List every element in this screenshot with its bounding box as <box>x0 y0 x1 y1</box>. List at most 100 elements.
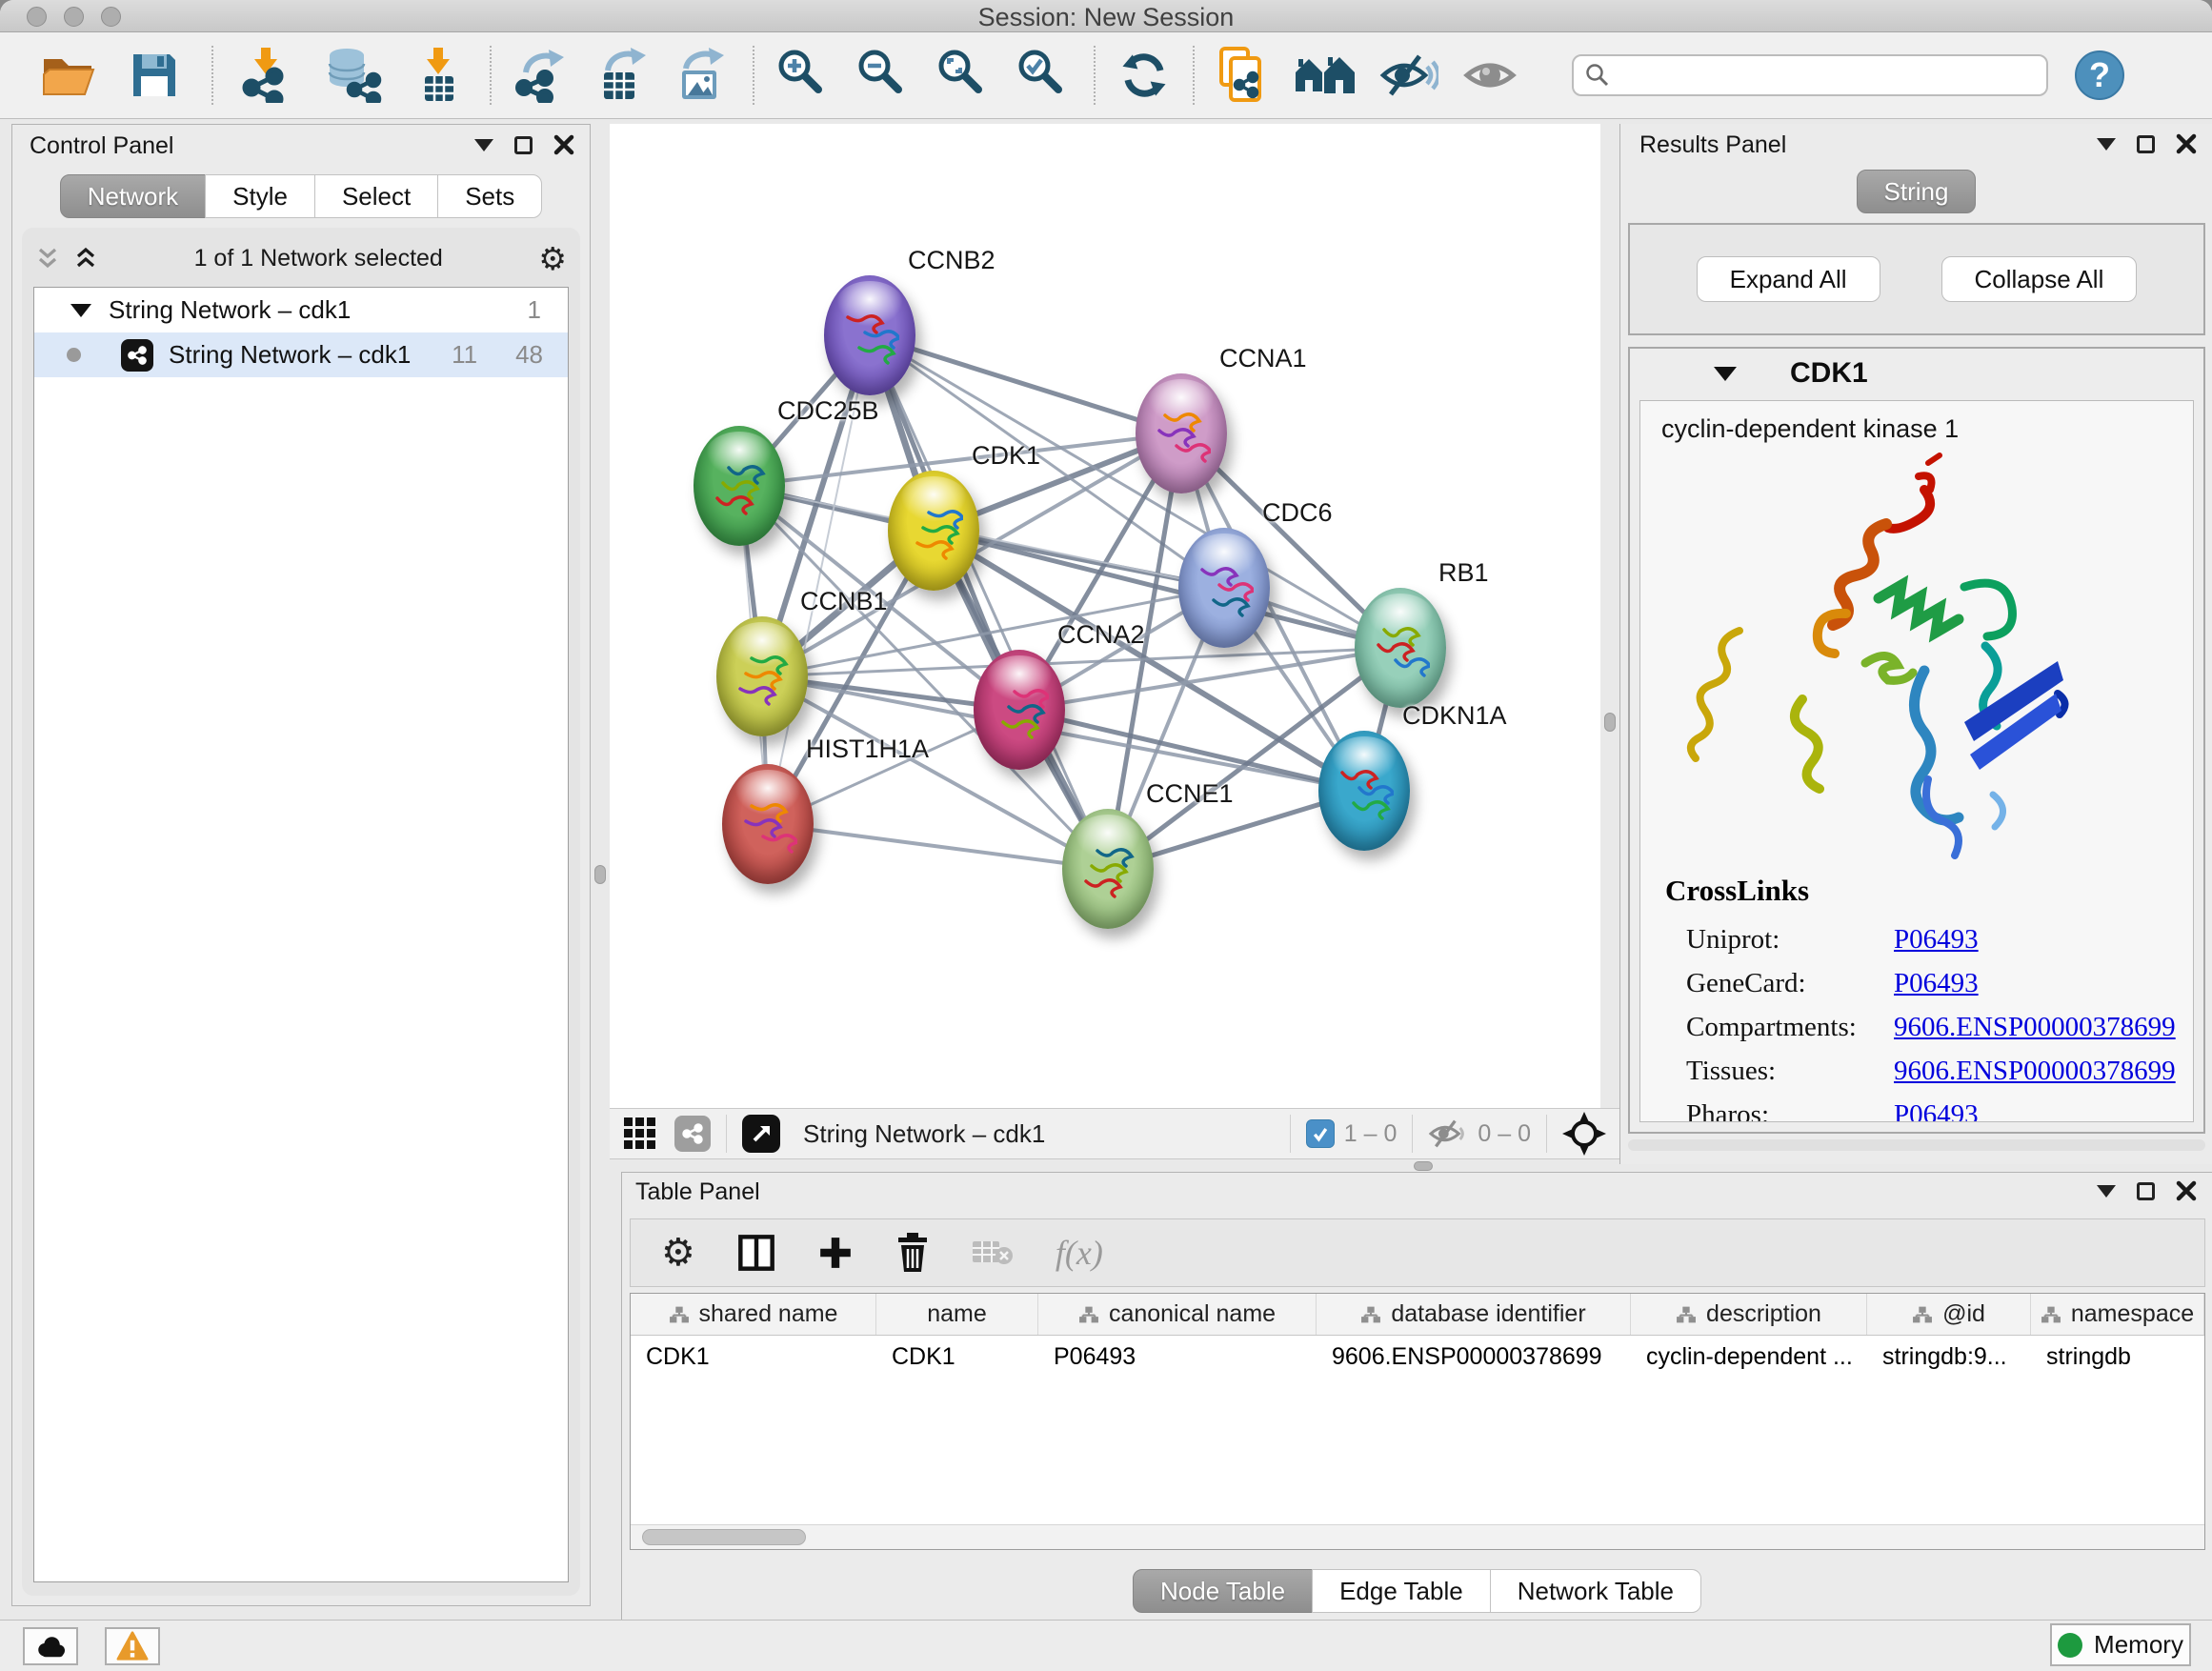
close-panel-icon[interactable] <box>553 134 574 155</box>
add-column-icon[interactable] <box>817 1235 854 1271</box>
export-table-icon[interactable] <box>594 48 650 103</box>
table-row[interactable]: CDK1CDK1P064939606.ENSP00000378699cyclin… <box>631 1336 2204 1378</box>
network-node-cdc25b[interactable] <box>694 426 785 546</box>
column-header-shared-name[interactable]: shared name <box>631 1294 876 1335</box>
export-network-icon[interactable] <box>513 48 570 103</box>
float-panel-icon[interactable] <box>2137 135 2155 153</box>
network-canvas[interactable]: CCNB2CCNA1CDC25BCDK1CDC6RB1CCNB1CCNA2CDK… <box>610 124 1600 1108</box>
help-icon[interactable]: ? <box>2075 50 2124 100</box>
panel-menu-icon[interactable] <box>2097 1185 2116 1198</box>
horizontal-splitter-handle[interactable] <box>1414 1161 1433 1171</box>
tab-style[interactable]: Style <box>205 174 315 218</box>
panel-menu-icon[interactable] <box>474 139 493 151</box>
network-node-cdc6[interactable] <box>1178 528 1270 648</box>
open-session-icon[interactable] <box>40 51 95 99</box>
search-input[interactable] <box>1610 62 2020 89</box>
table-scrollbar-track[interactable] <box>631 1524 2204 1549</box>
expand-all-icon[interactable] <box>73 247 98 270</box>
network-node-cdkn1a[interactable] <box>1318 731 1410 851</box>
network-node-ccne1[interactable] <box>1062 809 1154 929</box>
zoom-out-icon[interactable] <box>855 49 909 102</box>
hide-selected-icon[interactable] <box>1379 52 1438 98</box>
hidden-eye-icon[interactable] <box>1428 1118 1468 1149</box>
export-image-icon[interactable] <box>674 48 730 103</box>
network-node-hist1h1a[interactable] <box>722 764 814 884</box>
show-all-icon[interactable] <box>1463 54 1518 96</box>
table-cell[interactable]: cyclin-dependent ... <box>1631 1336 1867 1378</box>
expand-all-button[interactable]: Expand All <box>1697 256 1880 302</box>
collection-expander-icon[interactable] <box>70 304 91 317</box>
network-edge[interactable] <box>870 335 1108 869</box>
column-header-name[interactable]: name <box>876 1294 1038 1335</box>
tab-network-table[interactable]: Network Table <box>1490 1569 1701 1613</box>
tab-edge-table[interactable]: Edge Table <box>1312 1569 1491 1613</box>
zoom-in-icon[interactable] <box>775 49 829 102</box>
network-node-cdk1[interactable] <box>888 471 979 591</box>
grid-view-icon[interactable] <box>623 1117 657 1151</box>
zoom-fit-icon[interactable] <box>935 49 989 102</box>
tab-node-table[interactable]: Node Table <box>1133 1569 1313 1613</box>
column-header-canonical-name[interactable]: canonical name <box>1038 1294 1317 1335</box>
tab-network[interactable]: Network <box>60 174 206 218</box>
save-session-icon[interactable] <box>130 50 179 100</box>
search-box[interactable] <box>1572 54 2048 96</box>
warnings-button[interactable] <box>105 1627 160 1665</box>
zoom-selected-icon[interactable] <box>1016 49 1069 102</box>
tab-select[interactable]: Select <box>314 174 438 218</box>
collapse-all-icon[interactable] <box>35 247 60 270</box>
cloud-status-button[interactable] <box>23 1627 78 1665</box>
table-scrollbar-thumb[interactable] <box>642 1529 806 1545</box>
network-node-ccna1[interactable] <box>1136 373 1227 493</box>
entry-expander-icon[interactable] <box>1714 367 1737 381</box>
network-collection-row[interactable]: String Network – cdk1 1 <box>34 288 568 332</box>
network-node-ccnb2[interactable] <box>824 275 915 395</box>
network-node-ccnb1[interactable] <box>716 616 808 736</box>
import-network-icon[interactable] <box>238 48 295 103</box>
network-row[interactable]: String Network – cdk1 11 48 <box>34 332 568 377</box>
network-options-gear-icon[interactable]: ⚙ <box>538 243 567 274</box>
float-panel-icon[interactable] <box>2137 1182 2155 1200</box>
crosslink-link[interactable]: P06493 <box>1894 968 1979 999</box>
network-edge[interactable] <box>870 335 1181 433</box>
tab-string[interactable]: String <box>1857 170 1977 213</box>
results-splitter-handle[interactable] <box>1604 713 1616 732</box>
detach-view-icon[interactable] <box>742 1115 780 1153</box>
panel-menu-icon[interactable] <box>2097 138 2116 151</box>
close-panel-icon[interactable] <box>2176 133 2197 154</box>
table-cell[interactable]: 9606.ENSP00000378699 <box>1317 1336 1631 1378</box>
selected-checkbox-icon[interactable] <box>1306 1119 1335 1148</box>
network-edge[interactable] <box>768 824 1108 869</box>
birdseye-view-icon[interactable] <box>1562 1112 1606 1156</box>
column-header-id[interactable]: @id <box>1867 1294 2031 1335</box>
table-cell[interactable]: stringdb <box>2031 1336 2204 1378</box>
collapse-all-button[interactable]: Collapse All <box>1941 256 2138 302</box>
table-options-gear-icon[interactable]: ⚙ <box>661 1234 695 1272</box>
crosslink-link[interactable]: 9606.ENSP00000378699 <box>1894 1012 2176 1043</box>
network-node-ccna2[interactable] <box>974 650 1065 770</box>
column-header-database-identifier[interactable]: database identifier <box>1317 1294 1631 1335</box>
import-table-icon[interactable] <box>412 48 465 103</box>
table-cell[interactable]: P06493 <box>1038 1336 1317 1378</box>
network-share-view-icon[interactable] <box>674 1116 711 1152</box>
table-cell[interactable]: CDK1 <box>876 1336 1038 1378</box>
show-columns-icon[interactable] <box>737 1234 775 1272</box>
tab-sets[interactable]: Sets <box>437 174 542 218</box>
table-cell[interactable]: CDK1 <box>631 1336 876 1378</box>
column-header-namespace[interactable]: namespace <box>2031 1294 2204 1335</box>
crosslink-link[interactable]: 9606.ENSP00000378699 <box>1894 1056 2176 1087</box>
column-header-description[interactable]: description <box>1631 1294 1867 1335</box>
import-network-from-database-icon[interactable] <box>324 48 383 103</box>
memory-button[interactable]: Memory <box>2050 1623 2191 1666</box>
first-neighbors-icon[interactable] <box>1294 51 1357 99</box>
delete-column-icon[interactable] <box>895 1233 930 1273</box>
float-panel-icon[interactable] <box>514 136 533 154</box>
crosslink-link[interactable]: P06493 <box>1894 924 1979 956</box>
vertical-splitter-handle[interactable] <box>594 865 606 884</box>
apply-layout-icon[interactable] <box>1118 50 1170 101</box>
close-panel-icon[interactable] <box>2176 1180 2197 1201</box>
table-cell[interactable]: stringdb:9... <box>1867 1336 2031 1378</box>
crosslink-link[interactable]: P06493 <box>1894 1099 1979 1123</box>
new-network-from-selection-icon[interactable] <box>1216 47 1269 104</box>
network-node-rb1[interactable] <box>1355 588 1446 708</box>
results-scrollbar-track[interactable] <box>1628 1139 2205 1151</box>
